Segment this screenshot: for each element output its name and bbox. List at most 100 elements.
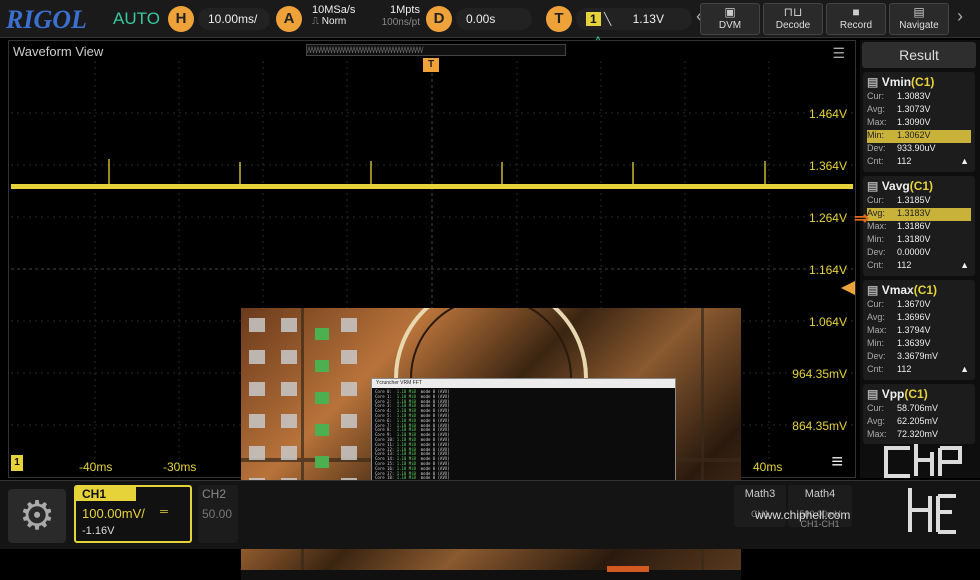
card-title: ▤ Vpp(C1) <box>867 387 928 401</box>
measure-card-vmax[interactable]: ▤ Vmax(C1) Cur: 1.3670V Avg: 1.3696V Max: 1… <box>863 280 975 380</box>
stat-row: Cnt: 112 ▲ <box>867 156 969 166</box>
stat-row: Dev: 933.90uV <box>867 143 936 153</box>
memory-depth-value: 1Mpts <box>390 4 420 16</box>
trigger-position-marker[interactable]: T <box>423 58 439 72</box>
stat-row-highlighted: Min: 1.3062V <box>867 130 971 143</box>
chiphell-logo <box>884 444 962 534</box>
sample-interval: 100ns/pt <box>381 17 420 28</box>
acquire-badge[interactable]: A <box>276 6 302 32</box>
stat-row: Max: 1.3794V <box>867 325 931 335</box>
brand-logo: RIGOL <box>6 5 87 34</box>
measure-icon: ▤ <box>867 179 879 193</box>
measure-card-vmin[interactable]: ▤ Vmin(C1) Cur: 1.3083V Avg: 1.3073V Max: 1… <box>863 72 975 172</box>
math4-label: Math4 <box>804 488 836 500</box>
collapse-icon[interactable]: ▲ <box>960 156 969 166</box>
stat-row: Avg: 1.3073V <box>867 104 931 114</box>
stat-row: Max: 1.3186V <box>867 221 931 231</box>
channel1-marker[interactable]: 1 <box>11 455 23 471</box>
ch1-offset: -1.16V <box>82 525 115 537</box>
y-label-2: 1.364V <box>808 159 847 173</box>
decode-button[interactable]: ⊓⊔ Decode <box>763 3 823 35</box>
stat-row: Cur: 1.3670V <box>867 299 931 309</box>
stat-row: Min: 1.3180V <box>867 234 931 244</box>
menu-icon[interactable]: ☰ <box>832 45 845 62</box>
measure-icon: ▤ <box>867 387 879 401</box>
y-label-4: 1.164V <box>808 263 847 277</box>
sample-rate[interactable]: 10MSa/s ⎍ Norm <box>312 4 355 27</box>
stat-row: Cnt: 112 ▲ <box>867 260 969 270</box>
card-title: ▤ Vmax(C1) <box>867 283 938 297</box>
stat-row: Cur: 1.3083V <box>867 91 931 101</box>
trigger-level-marker[interactable] <box>841 281 855 295</box>
y-label-1: 1.464V <box>808 107 847 121</box>
stat-row: Max: 1.3090V <box>867 117 931 127</box>
y-label-3: 1.264V <box>808 211 847 225</box>
waveform-view[interactable]: Waveform View ☰ /\/\/\/\/\/\/\/\/\/\/\/\… <box>8 40 856 580</box>
decode-icon: ⊓⊔ <box>783 5 803 19</box>
expand-menu-icon[interactable]: ≡ <box>831 451 843 474</box>
result-panel: Result ▤ Vmin(C1) Cur: 1.3083V Avg: 1.3073… <box>854 40 980 478</box>
card-title: ▤ Vavg(C1) <box>867 179 934 193</box>
pulse-icon: ⎍ <box>312 16 319 27</box>
falling-edge-icon: ╲ <box>604 12 612 26</box>
stat-row: Dev: 3.3679mV <box>867 351 939 361</box>
delay-badge[interactable]: D <box>426 6 452 32</box>
result-title[interactable]: Result <box>862 42 976 68</box>
waveform-title: Waveform View <box>13 44 104 59</box>
y-label-7: 864.35mV <box>792 419 847 433</box>
trigger-panel[interactable]: 1 ╲ 1.13V A <box>576 8 692 48</box>
stat-row: Avg: 62.205mV <box>867 416 939 426</box>
dc-coupling-icon: ═ <box>160 506 168 518</box>
measure-icon: ▤ <box>867 283 879 297</box>
stat-row: Cur: 1.3185V <box>867 195 931 205</box>
horizontal-badge[interactable]: H <box>168 6 194 32</box>
trigger-badge[interactable]: T <box>546 6 572 32</box>
console-titlebar: Ycruncher VRM FFT <box>372 379 675 388</box>
ch2-label: CH2 <box>202 487 227 501</box>
trigger-mode-label: ⎍ Norm <box>312 16 347 27</box>
stat-row: Dev: 0.0000V <box>867 247 931 257</box>
collapse-icon[interactable]: ▲ <box>960 260 969 270</box>
ch1-scale: 100.00mV/ <box>82 506 145 521</box>
dvm-button[interactable]: ▣ DVM <box>700 3 760 35</box>
trigger-level: 1.13V <box>632 12 664 26</box>
record-button[interactable]: ■ Record <box>826 3 886 35</box>
collapse-icon[interactable]: ▲ <box>960 364 969 374</box>
stat-row: Avg: 1.3696V <box>867 312 931 322</box>
waveform-overview[interactable]: /\/\/\/\/\/\/\/\/\/\/\/\/\/\/\/\/\/\/\/\… <box>306 44 566 56</box>
timebase-value[interactable]: 10.00ms/ <box>198 8 270 30</box>
measure-card-vavg[interactable]: ▤ Vavg(C1) Cur: 1.3185V Avg: 1.3183V Max: 1… <box>863 176 975 276</box>
x-label-2: -30ms <box>163 460 197 474</box>
measure-icon: ▤ <box>867 75 879 89</box>
stat-row-highlighted: Avg: 1.3183V <box>867 208 971 221</box>
measure-card-vpp[interactable]: ▤ Vpp(C1) Cur: 58.706mV Avg: 62.205mV Max:… <box>863 384 975 444</box>
top-bar: RIGOL AUTO H 10.00ms/ A 10MSa/s ⎍ Norm 1… <box>0 0 980 48</box>
sample-rate-value: 10MSa/s <box>312 4 356 16</box>
auto-button[interactable]: AUTO <box>113 9 160 29</box>
y-label-5: 1.064V <box>808 315 847 329</box>
ch2-scale: 50.00 <box>202 507 233 521</box>
meter-icon: ▣ <box>724 5 736 19</box>
gear-icon[interactable]: ⚙ <box>8 489 66 543</box>
channel2-panel[interactable]: CH2 50.00 <box>198 485 238 543</box>
record-icon: ■ <box>852 5 860 19</box>
memory-depth[interactable]: 1Mpts 100ns/pt <box>380 4 420 28</box>
stat-row: Cur: 58.706mV <box>867 403 939 413</box>
stat-row: Min: 1.3639V <box>867 338 931 348</box>
math3-label: Math3 <box>744 488 776 500</box>
navigate-icon: ▤ <box>913 5 925 19</box>
arrow-right-icon: ⇒ <box>854 208 870 228</box>
trigger-channel: 1 <box>586 12 601 26</box>
navigate-button[interactable]: ▤ Navigate <box>889 3 949 35</box>
x-label-1: -40ms <box>79 460 113 474</box>
signal-trace <box>11 184 853 189</box>
card-title: ▤ Vmin(C1) <box>867 75 935 89</box>
stat-row: Cnt: 112 ▲ <box>867 364 969 374</box>
chevron-right-icon[interactable]: › <box>957 6 963 27</box>
y-label-6: 964.35mV <box>792 367 847 381</box>
delay-value[interactable]: 0.00s <box>456 8 532 30</box>
x-label-3: 40ms <box>753 460 783 474</box>
ch1-label: CH1 <box>76 487 136 501</box>
watermark-text: www.chiphell.com <box>755 508 851 522</box>
channel1-panel[interactable]: CH1 100.00mV/ ═ -1.16V <box>74 485 192 543</box>
